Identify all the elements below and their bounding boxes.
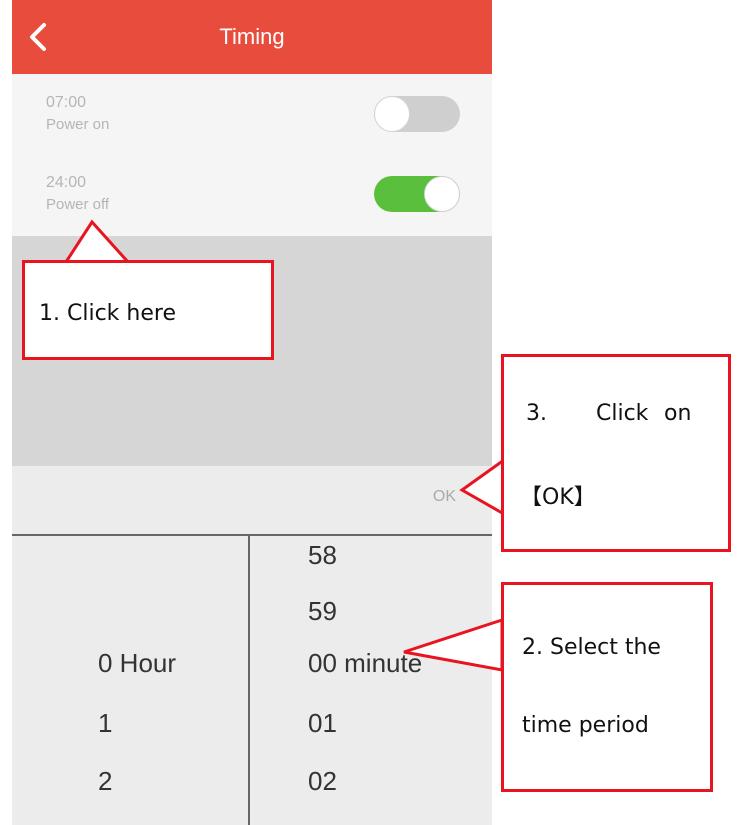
app-screen: Timing 07:00 Power on 24:00 Power off OK… <box>12 0 492 825</box>
toggle-knob <box>424 176 460 212</box>
app-header: Timing <box>12 0 492 74</box>
schedule-row-power-on[interactable]: 07:00 Power on <box>12 76 492 157</box>
page-title: Timing <box>219 24 285 49</box>
schedule-row-power-off[interactable]: 24:00 Power off <box>12 156 492 237</box>
schedule-time: 07:00 <box>46 94 87 111</box>
minute-option[interactable]: 01 <box>308 708 337 739</box>
minute-option[interactable]: 59 <box>308 596 337 627</box>
minute-option[interactable]: 58 <box>308 540 337 571</box>
power-on-toggle[interactable] <box>374 96 460 132</box>
hour-option[interactable]: 2 <box>98 766 112 797</box>
minute-selected[interactable]: 00 minute <box>308 648 422 679</box>
schedule-action: Power on <box>46 116 110 133</box>
picker-divider <box>248 536 250 825</box>
time-picker[interactable]: 0 Hour 1 2 58 59 00 minute 01 02 <box>12 534 492 825</box>
callout-step-3-word: Click <box>596 401 649 426</box>
callout-step-2-line-2: time period <box>522 713 649 738</box>
ok-button[interactable]: OK <box>433 488 456 506</box>
callout-step-1-text: 1. Click here <box>39 301 176 326</box>
picker-action-bar: OK <box>12 466 492 534</box>
schedule-time: 24:00 <box>46 174 87 191</box>
minute-option[interactable]: 02 <box>308 766 337 797</box>
callout-step-3: 3. Click on 【OK】 <box>501 354 731 552</box>
callout-step-2-line-1: 2. Select the <box>522 635 661 660</box>
toggle-knob <box>374 96 410 132</box>
callout-step-3-ok: 【OK】 <box>520 485 596 510</box>
schedule-action: Power off <box>46 196 110 213</box>
hour-selected[interactable]: 0 Hour <box>98 648 176 679</box>
callout-step-3-number: 3. <box>526 401 547 426</box>
power-off-toggle[interactable] <box>374 176 460 212</box>
callout-step-1: 1. Click here <box>22 260 274 360</box>
callout-step-2: 2. Select the time period <box>501 582 713 792</box>
callout-step-3-word: on <box>664 401 692 426</box>
hour-option[interactable]: 1 <box>98 708 112 739</box>
